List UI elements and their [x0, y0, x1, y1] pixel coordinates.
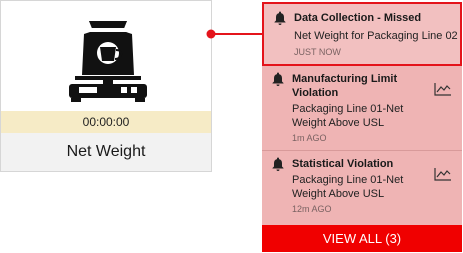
bell-icon — [272, 157, 284, 171]
card-label: Net Weight — [1, 133, 211, 171]
trend-chart-icon[interactable] — [434, 167, 452, 181]
notification-title: Data Collection - Missed — [294, 12, 422, 24]
notification-item[interactable]: Data Collection - Missed Net Weight for … — [262, 2, 462, 66]
connector-line — [206, 29, 265, 39]
notification-item[interactable]: Statistical Violation Packaging Line 01-… — [262, 151, 462, 225]
notification-body-cont: Weight Above USL — [292, 188, 385, 200]
notification-body: Packaging Line 01-Net — [292, 174, 404, 186]
notification-body-cont: Weight Above USL — [292, 117, 385, 129]
notification-body: Packaging Line 01-Net — [292, 103, 404, 115]
notification-time: JUST NOW — [294, 47, 341, 57]
notification-title-cont: Violation — [292, 87, 339, 99]
notification-time: 1m AGO — [292, 133, 327, 143]
notification-body: Net Weight for Packaging Line 02 — [294, 30, 458, 42]
net-weight-card[interactable]: 00:00:00 Net Weight — [0, 0, 212, 172]
notification-time: 12m AGO — [292, 204, 332, 214]
notification-title: Manufacturing Limit — [292, 73, 398, 85]
bell-icon — [272, 72, 284, 86]
notification-item[interactable]: Manufacturing Limit Violation Packaging … — [262, 66, 462, 150]
trend-chart-icon[interactable] — [434, 82, 452, 96]
notification-panel: Data Collection - Missed Net Weight for … — [262, 2, 462, 252]
notification-title: Statistical Violation — [292, 158, 394, 170]
scale-with-bag-icon — [1, 1, 211, 111]
view-all-button[interactable]: VIEW ALL (3) — [262, 225, 462, 252]
bell-icon — [274, 11, 286, 25]
timer-value: 00:00:00 — [1, 111, 211, 133]
